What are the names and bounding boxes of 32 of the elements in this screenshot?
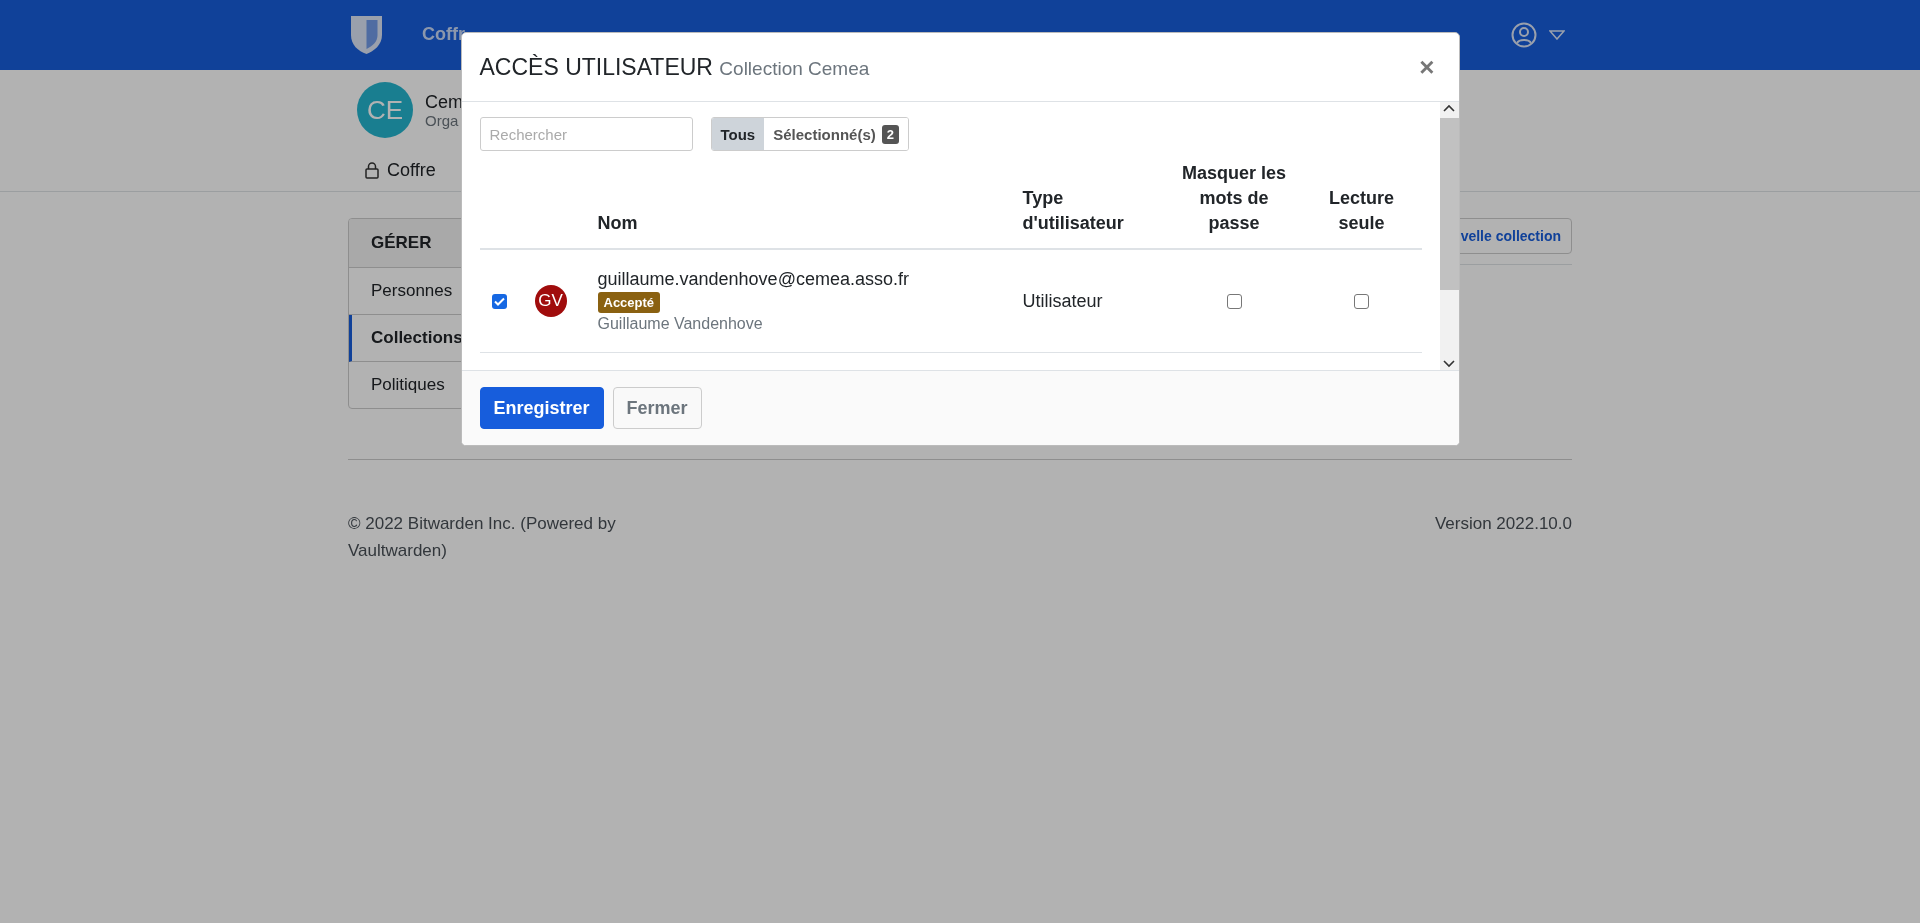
save-button[interactable]: Enregistrer bbox=[479, 387, 604, 429]
close-button[interactable]: × bbox=[1413, 50, 1441, 84]
copyright-text: © 2022 Bitwarden Inc. (Powered by Vaultwarden) bbox=[348, 513, 617, 562]
column-header: Lecture seule bbox=[1301, 161, 1422, 250]
scrollbar[interactable] bbox=[1439, 102, 1459, 370]
search-field[interactable]: Rechercher bbox=[479, 117, 693, 151]
read-only-checkbox[interactable] bbox=[1354, 293, 1369, 309]
user-icon[interactable] bbox=[1511, 22, 1537, 48]
organization-subtitle: Orga bbox=[425, 113, 460, 129]
count-badge: 2 bbox=[881, 124, 899, 144]
organization-avatar: CE bbox=[357, 82, 413, 138]
version-text: Version 2022.10.0 bbox=[1434, 513, 1572, 535]
nav-link[interactable]: Coffr bbox=[422, 23, 465, 45]
lock-icon bbox=[365, 162, 379, 179]
chevron-down-icon[interactable] bbox=[1443, 360, 1455, 368]
shield-logo-icon bbox=[350, 15, 383, 55]
user-name: Guillaume Vandenhove bbox=[597, 315, 764, 333]
user-avatar: GV bbox=[534, 285, 567, 317]
chevron-up-icon[interactable] bbox=[1443, 104, 1455, 112]
column-header: Type d'utilisateur bbox=[1022, 161, 1167, 250]
filter-tab[interactable]: Tous bbox=[711, 118, 765, 150]
column-header: Masquer les mots de passe bbox=[1166, 161, 1302, 250]
dialog-title: ACCÈS UTILISATEUR Collection Cemea bbox=[479, 53, 870, 81]
user-email: guillaume.vandenhove@cemea.asso.fr bbox=[597, 269, 909, 290]
status-badge: Accepté bbox=[597, 292, 661, 313]
row-checkbox[interactable] bbox=[491, 293, 507, 309]
caret-icon[interactable] bbox=[1549, 30, 1565, 40]
column-header: Nom bbox=[597, 161, 1023, 250]
hide-passwords-checkbox[interactable] bbox=[1226, 293, 1242, 309]
user-type: Utilisateur bbox=[1022, 290, 1103, 312]
close-dialog-button[interactable]: Fermer bbox=[612, 387, 702, 429]
vault-tab[interactable]: Coffre bbox=[365, 160, 436, 181]
